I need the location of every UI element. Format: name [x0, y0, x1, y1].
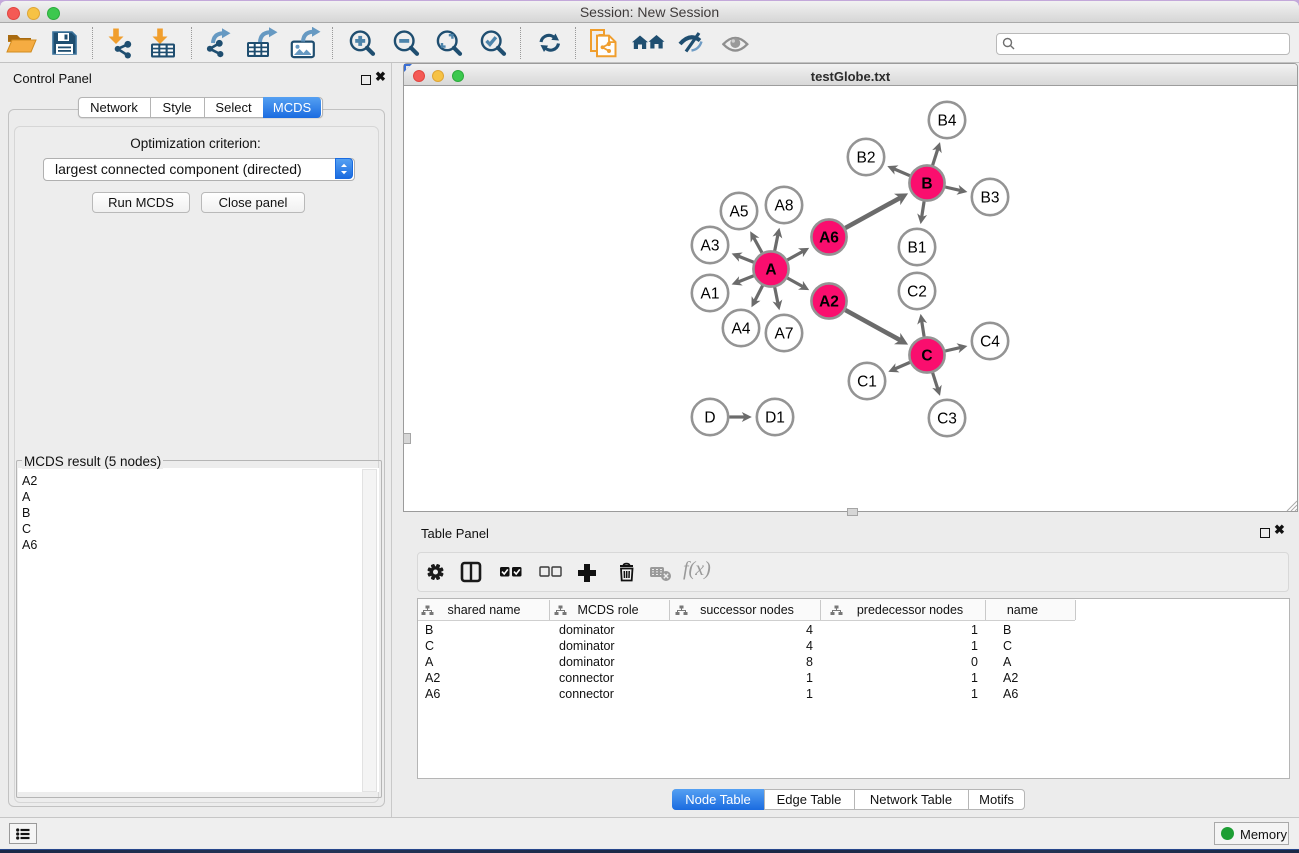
svg-text:C1: C1	[857, 374, 877, 391]
svg-text:C: C	[921, 348, 932, 365]
svg-text:C2: C2	[907, 284, 927, 301]
svg-text:A6: A6	[819, 230, 839, 247]
svg-text:B4: B4	[938, 113, 957, 130]
svg-text:B: B	[921, 176, 932, 193]
svg-text:A2: A2	[819, 294, 839, 311]
svg-text:B3: B3	[981, 190, 1000, 207]
svg-text:B2: B2	[857, 150, 876, 167]
svg-text:A5: A5	[730, 204, 749, 221]
svg-text:A: A	[765, 262, 776, 279]
svg-text:D: D	[704, 410, 715, 427]
svg-text:B1: B1	[908, 240, 927, 257]
svg-text:A3: A3	[701, 238, 720, 255]
svg-text:A1: A1	[701, 286, 720, 303]
svg-text:A7: A7	[775, 326, 794, 343]
svg-text:C4: C4	[980, 334, 1000, 351]
svg-text:D1: D1	[765, 410, 785, 427]
svg-text:A8: A8	[775, 198, 794, 215]
svg-text:C3: C3	[937, 411, 957, 428]
svg-text:A4: A4	[732, 321, 751, 338]
